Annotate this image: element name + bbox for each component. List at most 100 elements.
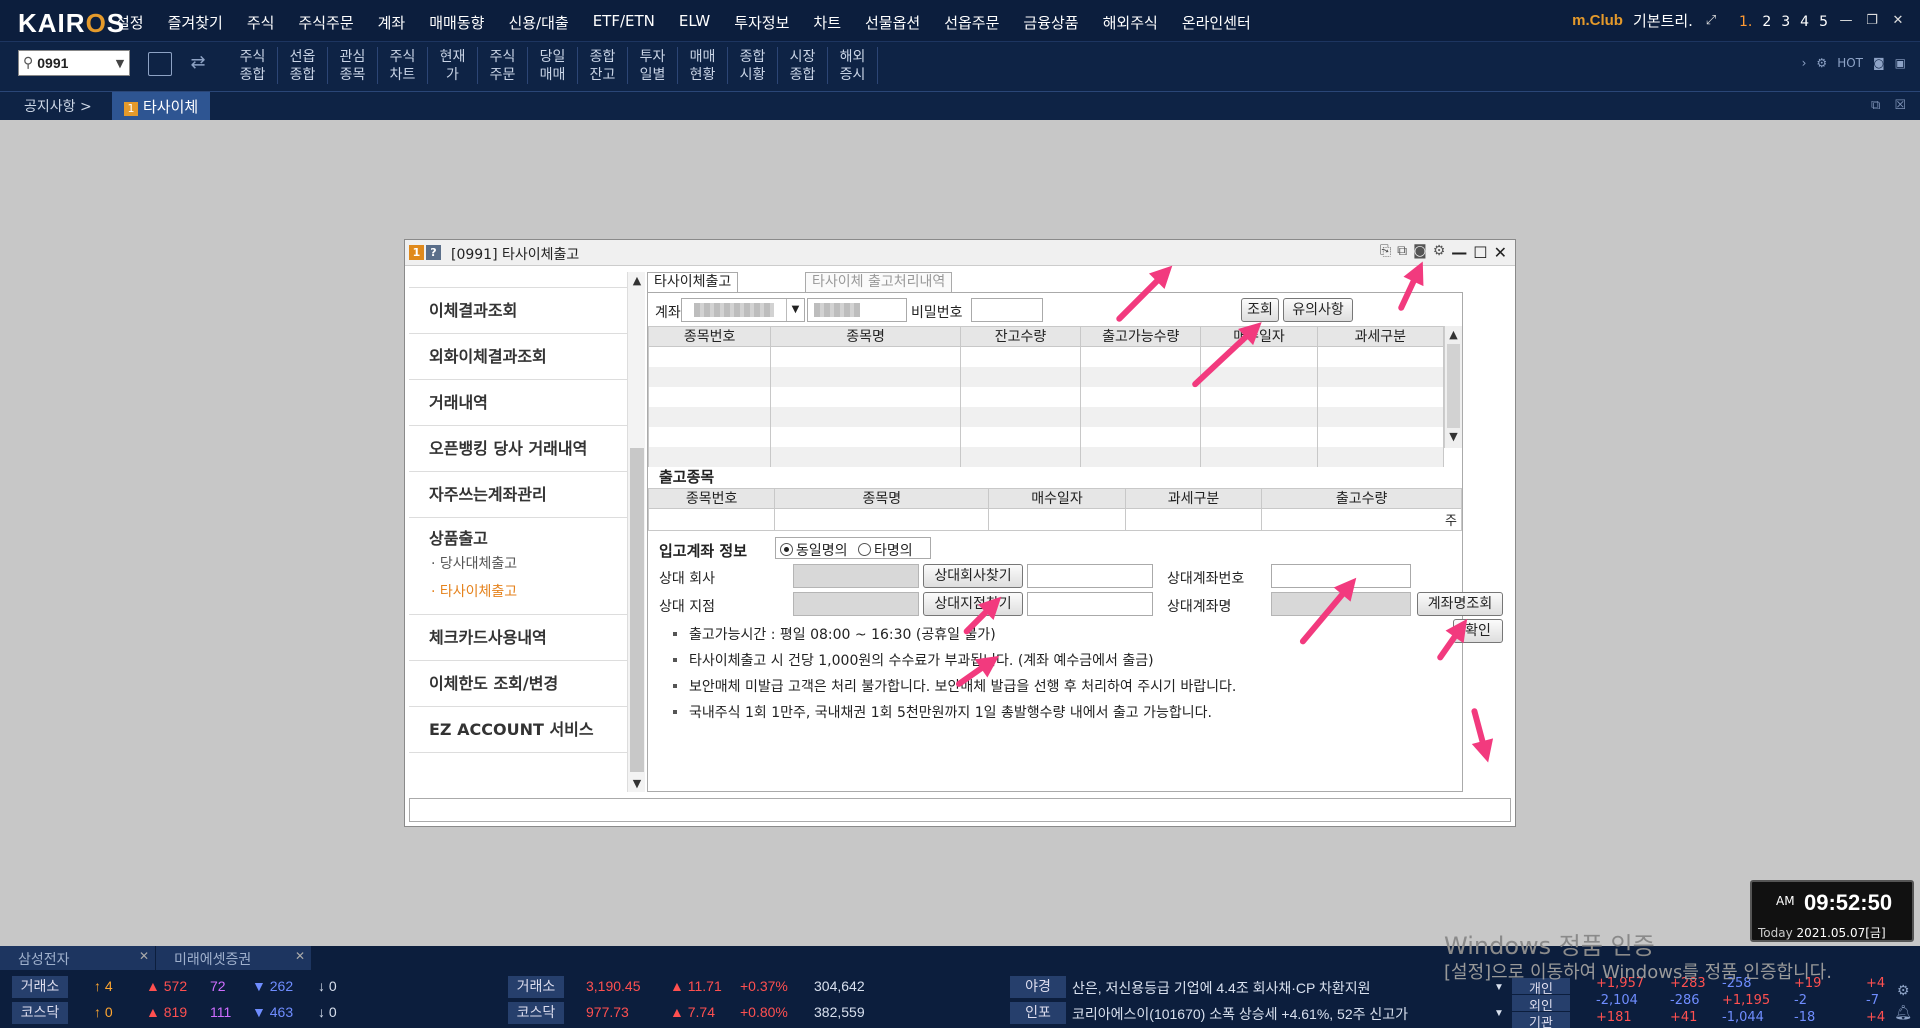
screen-number[interactable]: 2 (1762, 14, 1771, 30)
toolbar-button[interactable]: 종합 시황 (728, 47, 778, 84)
scroll-thumb[interactable] (630, 448, 644, 772)
scroll-down-icon[interactable]: ▼ (1445, 428, 1462, 446)
screen-number[interactable]: 5 (1819, 14, 1828, 30)
chevron-down-icon[interactable]: ▼ (786, 299, 804, 321)
tab-transfer-out[interactable]: 타사이체출고 (647, 272, 739, 292)
menu-item[interactable]: 차트 (801, 12, 853, 33)
branch-name-field[interactable] (1027, 592, 1153, 616)
news-headline[interactable]: 코리아에스이(101670) 소폭 상승세 +4.61%, 52주 신고가 (1072, 1004, 1408, 1024)
nav-item[interactable]: 거래내역 (409, 380, 627, 426)
menu-item[interactable]: ETF/ETN (581, 12, 667, 33)
menu-item[interactable]: 계좌 (366, 12, 418, 33)
nav-item[interactable]: 이체결과조회 (409, 288, 627, 334)
close-icon[interactable]: ✕ (139, 949, 149, 963)
toolbar-button[interactable]: 선옵 종합 (278, 47, 328, 84)
swap-icon[interactable]: ⇄ (186, 52, 210, 76)
maximize-icon[interactable]: ☐ (1473, 243, 1487, 262)
scroll-down-icon[interactable]: ▼ (628, 777, 646, 790)
nav-sub-item-active[interactable]: · 타사이체출고 (429, 578, 627, 606)
mclub-link[interactable]: m.Club (1572, 12, 1623, 29)
close-icon[interactable]: ✕ (1890, 13, 1906, 28)
copy-icon[interactable]: ⎘ (1380, 243, 1391, 262)
detach-icon[interactable]: ⧉ (1871, 98, 1880, 113)
bell-icon[interactable]: 🔔︎ (1894, 1002, 1912, 1024)
radio-same-owner[interactable]: 동일명의 (780, 543, 848, 559)
menu-item[interactable]: 주식주문 (286, 12, 365, 33)
menu-item[interactable]: 선옵주문 (932, 12, 1011, 33)
ticker-tab[interactable]: 미래에셋증권 ✕ (156, 946, 312, 970)
menu-item[interactable]: 투자정보 (722, 12, 801, 33)
screen-number[interactable]: 4 (1800, 14, 1809, 30)
menu-item[interactable]: 주식 (235, 12, 287, 33)
toolbar-button[interactable]: 주식 차트 (378, 47, 428, 84)
window-titlebar[interactable]: 1 ? [0991] 타사이체출고 ⎘ ⧉ ◙ ⚙ — ☐ ✕ (405, 240, 1515, 266)
table-row[interactable] (647, 386, 1445, 407)
screen-number[interactable]: 1. (1739, 14, 1752, 30)
table-row[interactable] (647, 426, 1445, 447)
tab-active[interactable]: 1 타사이체 (112, 92, 211, 120)
query-button[interactable]: 조회 (1241, 298, 1279, 322)
table-row[interactable] (647, 346, 1445, 367)
scroll-thumb[interactable] (1447, 344, 1460, 428)
toolbar-button[interactable]: 종합 잔고 (578, 47, 628, 84)
window-icon[interactable]: ▣ (1895, 56, 1906, 70)
table-row[interactable]: 주 (647, 508, 1462, 531)
checklist-icon[interactable] (148, 52, 172, 76)
gear-icon[interactable]: ⚙ (1894, 980, 1912, 1002)
menu-item[interactable]: 설정 (104, 12, 156, 33)
menu-item[interactable]: ELW (667, 12, 722, 33)
menu-item[interactable]: 매매동향 (417, 12, 496, 33)
restore-icon[interactable]: ❐ (1864, 13, 1880, 28)
close-icon[interactable]: ✕ (1494, 243, 1507, 262)
expand-icon[interactable]: ⤢ (1703, 13, 1719, 28)
ticker-tab[interactable]: 삼성전자 ✕ (0, 946, 156, 970)
column-header[interactable]: 출고가능수량 (1080, 326, 1202, 347)
table-row[interactable] (647, 406, 1445, 427)
chevron-down-icon[interactable]: ▼ (111, 57, 129, 70)
toolbar-button[interactable]: 당일 매매 (528, 47, 578, 84)
close-icon[interactable]: ✕ (295, 949, 305, 963)
table-row[interactable] (647, 446, 1445, 467)
menu-item[interactable]: 해외주식 (1091, 12, 1170, 33)
table-row[interactable] (647, 366, 1445, 387)
toolbar-button[interactable]: 주식 주문 (478, 47, 528, 84)
nav-item[interactable]: 체크카드사용내역 (409, 615, 627, 661)
nav-item[interactable]: 이체한도 조회/변경 (409, 661, 627, 707)
gear-icon[interactable]: ⚙ (1816, 56, 1827, 70)
user-name[interactable]: 기본트리. (1633, 10, 1693, 31)
password-input[interactable] (971, 298, 1043, 322)
column-header[interactable]: 종목번호 (647, 326, 772, 347)
notice-button[interactable]: 유의사항 (1283, 298, 1353, 322)
news-headline[interactable]: 산은, 저신용등급 기업에 4.4조 회사채·CP 차환지원 (1072, 978, 1371, 998)
menu-item[interactable]: 즐겨찾기 (156, 12, 235, 33)
menu-item[interactable]: 금융상품 (1011, 12, 1090, 33)
holdings-scrollbar[interactable]: ▲ ▼ (1444, 326, 1462, 448)
toolbar-button[interactable]: 주식 종합 (228, 47, 278, 84)
nav-sub-item[interactable]: · 당사대체출고 (429, 550, 627, 578)
tab-transfer-history[interactable]: 타사이체 출고처리내역 (805, 272, 953, 292)
minimize-icon[interactable]: — (1838, 13, 1854, 28)
nav-group-label[interactable]: 상품출고 (429, 528, 627, 550)
nav-scrollbar[interactable]: ▲ ▼ (627, 272, 645, 792)
nav-item[interactable]: EZ ACCOUNT 서비스 (409, 707, 627, 753)
scroll-up-icon[interactable]: ▲ (1445, 326, 1462, 344)
window-number-badge[interactable]: 1 (409, 245, 424, 260)
toolbar-button[interactable]: 시장 종합 (778, 47, 828, 84)
column-header[interactable]: 과세구분 (1316, 326, 1445, 347)
nav-item[interactable]: 외화이체결과조회 (409, 334, 627, 380)
account-name-query-button[interactable]: 계좌명조회 (1417, 592, 1503, 616)
toolbar-button[interactable]: 해외 증시 (828, 47, 878, 84)
account-select[interactable]: ▼ (681, 298, 805, 322)
scroll-up-icon[interactable]: ▲ (628, 274, 646, 287)
menu-item[interactable]: 온라인센터 (1170, 12, 1263, 33)
toolbar-button[interactable]: 매매 현황 (678, 47, 728, 84)
table-cell[interactable]: 주 (1261, 508, 1462, 531)
nav-item[interactable]: 자주쓰는계좌관리 (409, 472, 627, 518)
column-header[interactable]: 종목명 (770, 326, 961, 347)
chevron-right-icon[interactable]: › (1802, 56, 1807, 70)
menu-item[interactable]: 신용/대출 (496, 12, 580, 33)
screen-code-input[interactable]: ⚲ 0991 ▼ (18, 50, 130, 76)
radio-other-owner[interactable]: 타명의 (857, 543, 913, 559)
multi-window-icon[interactable]: ⧉ (1397, 243, 1407, 262)
tab-notice[interactable]: 공지사항 > (12, 96, 104, 116)
